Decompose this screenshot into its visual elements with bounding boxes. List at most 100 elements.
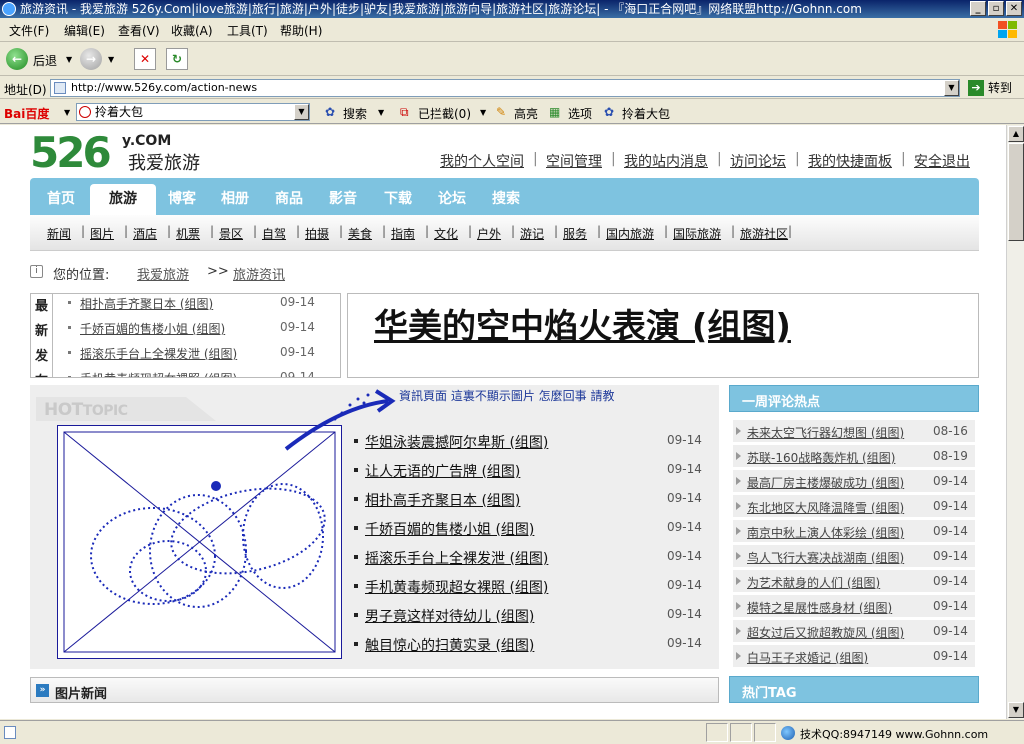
tab-forum[interactable]: 论坛 <box>438 188 466 208</box>
weekly-hot-title-link[interactable]: 最高厂房主楼爆破成功 (组图) <box>747 474 904 491</box>
subnav-item[interactable]: 景区 <box>219 225 243 242</box>
hot-topic-item[interactable]: 摇滚乐手台上全裸发泄 (组图) <box>365 548 548 568</box>
hot-topic-item[interactable]: 男子竟这样对待幼儿 (组图) <box>365 606 534 626</box>
forward-arrow-icon[interactable]: → <box>80 48 102 70</box>
tab-goods[interactable]: 商品 <box>275 188 303 208</box>
go-button[interactable]: ➔ 转到 <box>966 79 1020 97</box>
subnav-item[interactable]: 户外 <box>477 225 501 242</box>
weekly-hot-title-link[interactable]: 东北地区大风降温降雪 (组图) <box>747 499 904 516</box>
weekly-hot-title-link[interactable]: 南京中秋上演人体彩绘 (组图) <box>747 524 904 541</box>
hot-topic-item[interactable]: 手机黄毒频现超女裸照 (组图) <box>365 577 548 597</box>
subnav-item[interactable]: 拍摄 <box>305 225 329 242</box>
link-my-space[interactable]: 我的个人空间 <box>440 151 524 171</box>
hot-topic-item[interactable]: 触目惊心的扫黄实录 (组图) <box>365 635 534 655</box>
subnav-item[interactable]: 文化 <box>434 225 458 242</box>
subnav-item[interactable]: 机票 <box>176 225 200 242</box>
menu-file[interactable]: 文件(F) <box>9 22 49 39</box>
weekly-hot-row[interactable]: 最高厂房主楼爆破成功 (组图) 09-14 <box>733 470 975 492</box>
link-messages[interactable]: 我的站内消息 <box>624 151 708 171</box>
weekly-hot-row[interactable]: 模特之星展性感身材 (组图) 09-14 <box>733 595 975 617</box>
tab-blog[interactable]: 博客 <box>168 188 196 208</box>
weekly-hot-title-link[interactable]: 苏联-160战略轰炸机 (组图) <box>747 449 895 466</box>
latest-news-item[interactable]: 摇滚乐手台上全裸发泄 (组图) <box>80 345 237 362</box>
breadcrumb-home[interactable]: 我爱旅游 <box>137 264 189 283</box>
link-space-admin[interactable]: 空间管理 <box>546 151 602 171</box>
close-button[interactable]: ✕ <box>1006 1 1022 16</box>
scroll-up-icon[interactable]: ▲ <box>1008 126 1024 142</box>
subnav-item[interactable]: 旅游社区 <box>740 225 788 242</box>
weekly-hot-title-link[interactable]: 未来太空飞行器幻想图 (组图) <box>747 424 904 441</box>
broken-image-frame[interactable] <box>57 425 342 659</box>
weekly-hot-row[interactable]: 未来太空飞行器幻想图 (组图) 08-16 <box>733 420 975 442</box>
latest-news-item[interactable]: 手机黄毒频现超女裸照 (组图) <box>80 370 237 377</box>
baidu-menu-dropdown-icon[interactable]: ▼ <box>64 108 70 117</box>
weekly-hot-row[interactable]: 鸟人飞行大赛决战湖南 (组图) 09-14 <box>733 545 975 567</box>
highlight-button[interactable]: 高亮 <box>514 105 538 122</box>
address-input[interactable]: http://www.526y.com/action-news <box>50 79 960 97</box>
forward-dropdown-icon[interactable]: ▼ <box>108 55 114 64</box>
vertical-scrollbar[interactable]: ▲ ▼ <box>1006 125 1024 719</box>
menu-view[interactable]: 查看(V) <box>118 22 160 39</box>
site-logo[interactable]: 526 <box>30 131 112 175</box>
tab-home[interactable]: 首页 <box>47 188 75 208</box>
baidu-search-input[interactable]: 拎着大包 <box>76 103 310 121</box>
go-label[interactable]: 转到 <box>988 81 1012 95</box>
tab-album[interactable]: 相册 <box>221 188 249 208</box>
subnav-item[interactable]: 酒店 <box>133 225 157 242</box>
baidu-search-button[interactable]: 搜索 <box>343 105 367 122</box>
menu-favorites[interactable]: 收藏(A) <box>171 22 213 39</box>
subnav-item[interactable]: 新闻 <box>47 225 71 242</box>
subnav-item[interactable]: 指南 <box>391 225 415 242</box>
refresh-icon[interactable]: ↻ <box>166 48 188 70</box>
latest-news-item[interactable]: 千娇百媚的售楼小姐 (组图) <box>80 320 225 337</box>
hot-topic-item[interactable]: 让人无语的广告牌 (组图) <box>365 461 520 481</box>
weekly-hot-title-link[interactable]: 为艺术献身的人们 (组图) <box>747 574 880 591</box>
back-button-label[interactable]: 后退 <box>33 52 57 69</box>
baidu-input-dropdown-icon[interactable]: ▼ <box>294 104 309 120</box>
minimize-button[interactable]: _ <box>970 1 986 16</box>
back-arrow-icon[interactable]: ← <box>6 48 28 70</box>
subnav-item[interactable]: 游记 <box>520 225 544 242</box>
weekly-hot-title-link[interactable]: 超女过后又掀超教旋风 (组图) <box>747 624 904 641</box>
weekly-hot-row[interactable]: 超女过后又掀超教旋风 (组图) 09-14 <box>733 620 975 642</box>
weekly-hot-row[interactable]: 东北地区大风降温降雪 (组图) 09-14 <box>733 495 975 517</box>
tab-travel[interactable]: 旅游 <box>90 184 156 215</box>
weekly-hot-row[interactable]: 白马王子求婚记 (组图) 09-14 <box>733 645 975 667</box>
hot-topic-item[interactable]: 华姐泳装震撼阿尔卑斯 (组图) <box>365 432 548 452</box>
breadcrumb-current[interactable]: 旅游资讯 <box>233 264 285 283</box>
subnav-item[interactable]: 自驾 <box>262 225 286 242</box>
weekly-hot-title-link[interactable]: 鸟人飞行大赛决战湖南 (组图) <box>747 549 904 566</box>
link-logout[interactable]: 安全退出 <box>914 151 970 171</box>
menu-help[interactable]: 帮助(H) <box>280 22 322 39</box>
menu-tools[interactable]: 工具(T) <box>227 22 268 39</box>
hot-topic-item[interactable]: 千娇百媚的售楼小姐 (组图) <box>365 519 534 539</box>
stop-icon[interactable]: ✕ <box>134 48 156 70</box>
weekly-hot-title-link[interactable]: 白马王子求婚记 (组图) <box>747 649 868 666</box>
options-button[interactable]: 选项 <box>568 105 592 122</box>
address-dropdown-icon[interactable]: ▼ <box>944 80 959 96</box>
tab-search[interactable]: 搜索 <box>492 188 520 208</box>
subnav-item[interactable]: 图片 <box>90 225 114 242</box>
headline-link[interactable]: 华美的空中焰火表演 (组图) <box>374 299 791 348</box>
hot-topic-item[interactable]: 相扑高手齐聚日本 (组图) <box>365 490 520 510</box>
weekly-hot-row[interactable]: 为艺术献身的人们 (组图) 09-14 <box>733 570 975 592</box>
scroll-down-icon[interactable]: ▼ <box>1008 702 1024 718</box>
weekly-hot-title-link[interactable]: 模特之星展性感身材 (组图) <box>747 599 892 616</box>
subnav-item[interactable]: 国际旅游 <box>673 225 721 242</box>
tab-download[interactable]: 下载 <box>384 188 412 208</box>
tab-media[interactable]: 影音 <box>329 188 357 208</box>
scroll-thumb[interactable] <box>1008 143 1024 241</box>
baidu-logo[interactable]: Bai百度 <box>4 105 49 122</box>
subnav-item[interactable]: 美食 <box>348 225 372 242</box>
subnav-item[interactable]: 国内旅游 <box>606 225 654 242</box>
weekly-hot-row[interactable]: 南京中秋上演人体彩绘 (组图) 09-14 <box>733 520 975 542</box>
baidu-search-query[interactable]: 拎着大包 <box>95 105 143 119</box>
blocked-dropdown-icon[interactable]: ▼ <box>480 108 486 117</box>
link-quick-panel[interactable]: 我的快捷面板 <box>808 151 892 171</box>
link-forum[interactable]: 访问论坛 <box>730 151 786 171</box>
baidu-search-dropdown-icon[interactable]: ▼ <box>378 108 384 117</box>
back-dropdown-icon[interactable]: ▼ <box>66 55 72 64</box>
maximize-button[interactable]: ▫ <box>988 1 1004 16</box>
address-url[interactable]: http://www.526y.com/action-news <box>71 81 257 94</box>
weekly-hot-row[interactable]: 苏联-160战略轰炸机 (组图) 08-19 <box>733 445 975 467</box>
